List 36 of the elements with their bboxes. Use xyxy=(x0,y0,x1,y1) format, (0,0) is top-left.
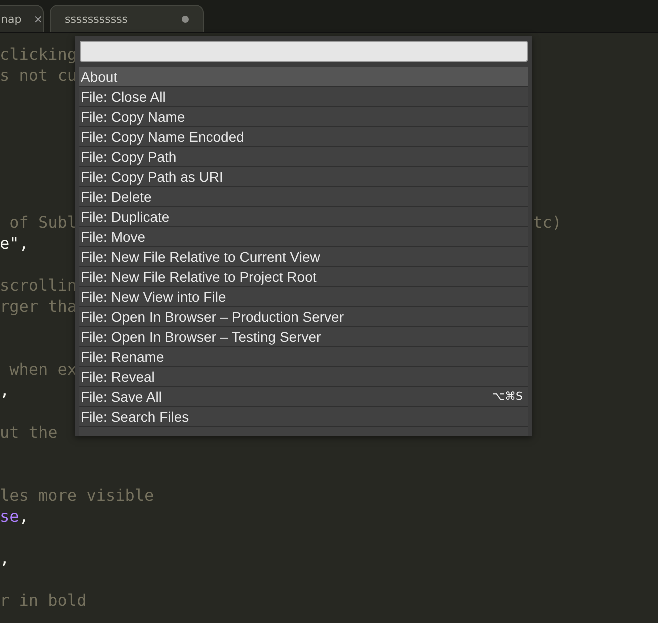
code-line: tc) xyxy=(533,212,563,233)
editor-tab[interactable]: nap × xyxy=(0,5,44,32)
command-item[interactable]: File: Duplicate xyxy=(79,207,528,227)
command-item[interactable]: About xyxy=(79,67,528,87)
command-item[interactable]: File: Open In Browser – Testing Server xyxy=(79,327,528,347)
command-item[interactable]: File: Search Files xyxy=(79,407,528,427)
code-line: scrollin xyxy=(0,276,78,295)
command-item[interactable]: File: New File Relative to Current View xyxy=(79,247,528,267)
code-line: clicking xyxy=(0,45,78,64)
command-item[interactable]: File: Open In Browser – Production Server xyxy=(79,307,528,327)
command-item[interactable]: File: New View into File xyxy=(79,287,528,307)
command-item[interactable]: File: Copy Name Encoded xyxy=(79,127,528,147)
code-line: , xyxy=(0,381,10,400)
command-item[interactable]: File: Copy Path xyxy=(79,147,528,167)
code-line: r in bold xyxy=(0,591,87,610)
code-line: les more visible xyxy=(0,486,154,505)
command-item[interactable]: File: Move xyxy=(79,227,528,247)
code-line: rger tha xyxy=(0,297,78,316)
command-item[interactable]: File: Copy Path as URI xyxy=(79,167,528,187)
keyboard-shortcut: ⌥⌘S xyxy=(492,390,523,403)
code-line: e", xyxy=(0,234,29,253)
close-icon[interactable]: × xyxy=(34,12,43,26)
code-line: ut the xyxy=(0,423,58,442)
code-line: when ex xyxy=(8,360,78,379)
editor-tab[interactable]: sssssssssss xyxy=(50,5,204,32)
command-item[interactable]: File: Rename xyxy=(79,347,528,367)
code-line: , xyxy=(0,549,10,568)
command-item[interactable]: File: Close All xyxy=(79,87,528,107)
code-line: of Subl xyxy=(8,213,78,232)
search-field[interactable] xyxy=(80,41,528,62)
command-item[interactable]: File: Save All ⌥⌘S xyxy=(79,387,528,407)
command-item[interactable]: File: New File Relative to Project Root xyxy=(79,267,528,287)
command-item[interactable]: File: Reveal xyxy=(79,367,528,387)
command-item[interactable]: File: Delete xyxy=(79,187,528,207)
command-item[interactable]: File: Copy Name xyxy=(79,107,528,127)
code-line: se, xyxy=(0,507,29,526)
